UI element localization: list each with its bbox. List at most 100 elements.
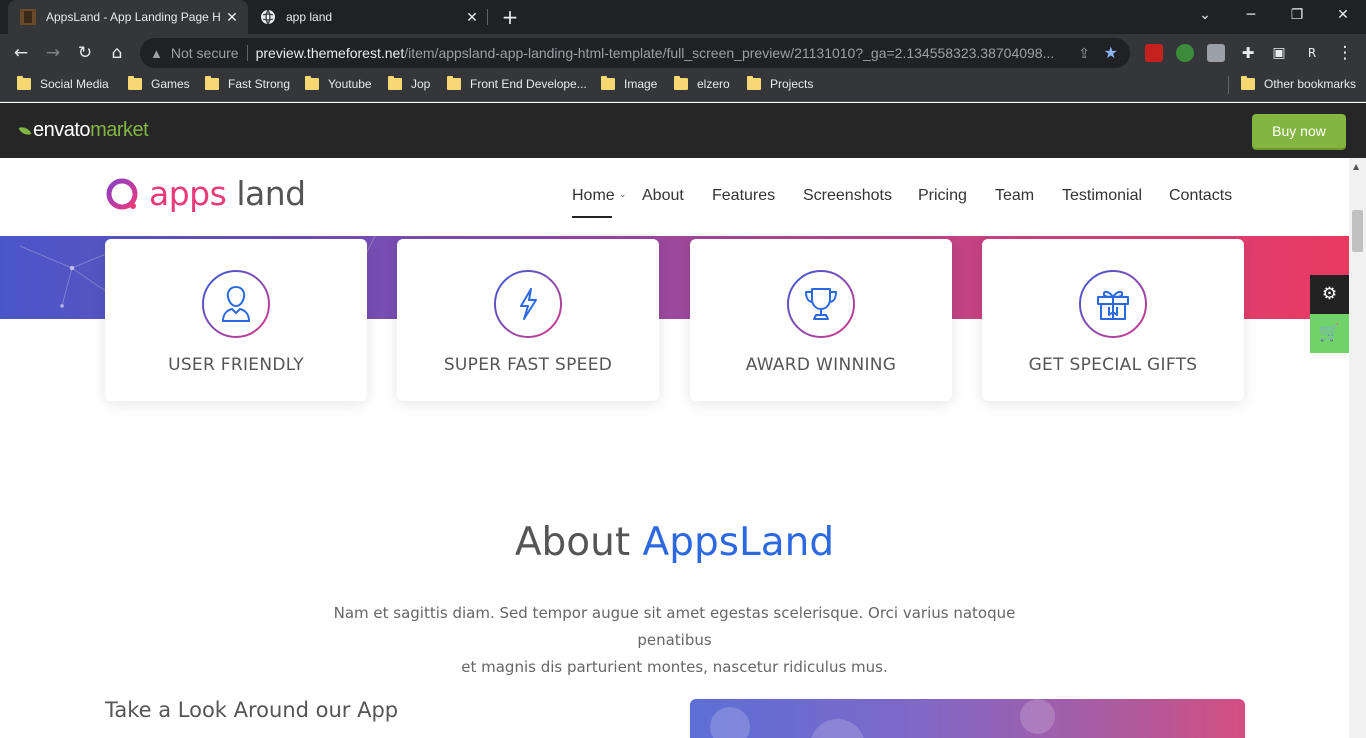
bookmark-folder[interactable]: elzero <box>674 72 730 96</box>
nav-about[interactable]: About <box>642 187 684 205</box>
envato-logo-word: envato <box>33 119 91 141</box>
bookmark-folder[interactable]: Front End Develope... <box>447 72 587 96</box>
look-around-heading: Take a Look Around our App <box>105 698 399 722</box>
feature-card-special-gifts: GET SPECIAL GIFTS <box>982 239 1244 401</box>
bookmark-folder[interactable]: Fast Strong <box>205 72 290 96</box>
folder-icon <box>128 76 142 90</box>
tab-close-icon[interactable]: ✕ <box>462 9 482 26</box>
browser-toolbar: ← → ↻ ⌂ ▲ Not secure preview.themeforest… <box>0 34 1366 72</box>
market-logo-word: market <box>90 119 149 141</box>
envato-leaf-icon <box>18 124 32 138</box>
folder-icon <box>601 76 615 90</box>
app-preview-image <box>690 699 1245 738</box>
bookmark-folder[interactable]: Games <box>128 72 190 96</box>
tab-separator <box>487 9 488 25</box>
folder-icon <box>305 76 319 90</box>
bookmark-label: Games <box>151 77 190 91</box>
browser-tab-inactive[interactable]: app land ✕ <box>248 0 488 34</box>
kebab-menu-icon[interactable]: ⋮ <box>1330 38 1360 68</box>
nav-screenshots[interactable]: Screenshots <box>803 187 892 205</box>
page-scrollbar[interactable]: ▲ <box>1349 158 1366 738</box>
bookmark-label: Front End Develope... <box>470 77 587 91</box>
back-arrow-icon[interactable]: ← <box>6 38 36 68</box>
feature-label: AWARD WINNING <box>745 355 897 375</box>
new-tab-button[interactable]: + <box>498 5 522 29</box>
bookmark-folder[interactable]: Social Media <box>17 72 109 96</box>
folder-icon <box>1241 76 1255 90</box>
bookmark-folder[interactable]: Youtube <box>305 72 372 96</box>
folder-icon <box>747 76 761 90</box>
bookmark-folder[interactable]: Projects <box>747 72 813 96</box>
bookmark-label: elzero <box>697 77 730 91</box>
side-panel-icon[interactable]: ▣ <box>1264 38 1294 68</box>
bookmark-label: Other bookmarks <box>1264 77 1357 91</box>
bookmark-label: Image <box>624 77 658 91</box>
settings-gear-icon[interactable]: ⚙ <box>1310 275 1349 314</box>
bookmark-label: Social Media <box>40 77 109 91</box>
folder-icon <box>17 76 31 90</box>
nav-features[interactable]: Features <box>712 187 775 205</box>
apps-land-logo[interactable]: apps land <box>105 174 306 213</box>
scrollbar-thumb[interactable] <box>1352 210 1363 252</box>
tab-close-icon[interactable]: ✕ <box>222 9 242 26</box>
logo-ring-icon <box>106 178 138 209</box>
about-description: Nam et sagittis diam. Sed tempor augue s… <box>300 600 1049 681</box>
feature-card-super-fast-speed: SUPER FAST SPEED <box>397 239 659 401</box>
logo-word-apps: apps <box>149 174 227 213</box>
address-separator <box>246 45 248 61</box>
nav-pricing[interactable]: Pricing <box>918 187 967 205</box>
bokeh-decoration <box>1020 699 1055 734</box>
nav-team[interactable]: Team <box>995 187 1034 205</box>
share-icon[interactable]: ⇪ <box>1078 45 1090 62</box>
bookmark-label: Fast Strong <box>228 77 291 91</box>
gift-icon <box>1079 270 1147 338</box>
feature-label: SUPER FAST SPEED <box>443 355 613 375</box>
page-viewport: apps land Home ⌄ About Features Screensh… <box>0 158 1349 738</box>
feature-card-award-winning: AWARD WINNING <box>690 239 952 401</box>
envato-preview-bar: envatomarket Buy now <box>0 103 1366 158</box>
cart-icon[interactable]: 🛒 <box>1310 314 1349 353</box>
feature-card-user-friendly: USER FRIENDLY <box>105 239 367 401</box>
address-bar[interactable]: ▲ Not secure preview.themeforest.net /it… <box>140 38 1130 68</box>
nav-contacts[interactable]: Contacts <box>1169 187 1232 205</box>
tab-title: AppsLand - App Landing Page H <box>46 10 221 24</box>
bookmark-folder[interactable]: Jop <box>388 72 430 96</box>
about-title-accent: AppsLand <box>642 520 835 565</box>
puzzle-extensions-icon[interactable]: ✚ <box>1233 38 1263 68</box>
nav-testimonial[interactable]: Testimonial <box>1062 187 1142 205</box>
minimize-button[interactable]: ─ <box>1228 0 1274 34</box>
logo-word-land: land <box>236 174 306 213</box>
lightning-icon <box>494 270 562 338</box>
chevron-down-icon[interactable]: ⌄ <box>619 190 627 200</box>
user-icon <box>202 270 270 338</box>
security-status[interactable]: Not secure <box>171 45 239 61</box>
envato-market-logo[interactable]: envatomarket <box>18 119 149 142</box>
about-text-line: et magnis dis parturient montes, nascetu… <box>461 658 888 676</box>
browser-tab-active[interactable]: AppsLand - App Landing Page H ✕ <box>8 0 248 34</box>
close-window-button[interactable]: ✕ <box>1320 0 1366 34</box>
extension-globe-icon[interactable] <box>1176 44 1194 62</box>
feature-label: USER FRIENDLY <box>168 355 304 375</box>
tab-search-dropdown-icon[interactable]: ⌄ <box>1182 0 1228 34</box>
about-text-line: Nam et sagittis diam. Sed tempor augue s… <box>333 604 1016 649</box>
globe-icon <box>261 9 275 25</box>
profile-avatar[interactable]: R <box>1297 38 1327 68</box>
warning-triangle-icon[interactable]: ▲ <box>150 46 163 61</box>
browser-tab-strip: AppsLand - App Landing Page H ✕ app land… <box>0 0 1366 34</box>
forward-arrow-icon[interactable]: → <box>38 38 68 68</box>
bokeh-decoration <box>810 719 865 738</box>
restore-button[interactable]: ❐ <box>1274 0 1320 34</box>
bookmark-star-icon[interactable]: ★ <box>1104 43 1118 63</box>
buy-now-button[interactable]: Buy now <box>1252 114 1346 148</box>
tab-title: app land <box>286 10 333 24</box>
home-icon[interactable]: ⌂ <box>102 38 132 68</box>
bookmark-folder[interactable]: Image <box>601 72 657 96</box>
scroll-up-icon[interactable]: ▲ <box>1353 162 1359 171</box>
extension-gray-icon[interactable] <box>1207 44 1225 62</box>
nav-home[interactable]: Home <box>572 187 615 205</box>
other-bookmarks[interactable]: Other bookmarks <box>1241 72 1356 96</box>
site-header: apps land Home ⌄ About Features Screensh… <box>0 158 1349 236</box>
extension-red-icon[interactable] <box>1145 44 1163 62</box>
reload-icon[interactable]: ↻ <box>70 38 100 68</box>
bookmarks-bar: Social Media Games Fast Strong Youtube J… <box>0 72 1366 102</box>
